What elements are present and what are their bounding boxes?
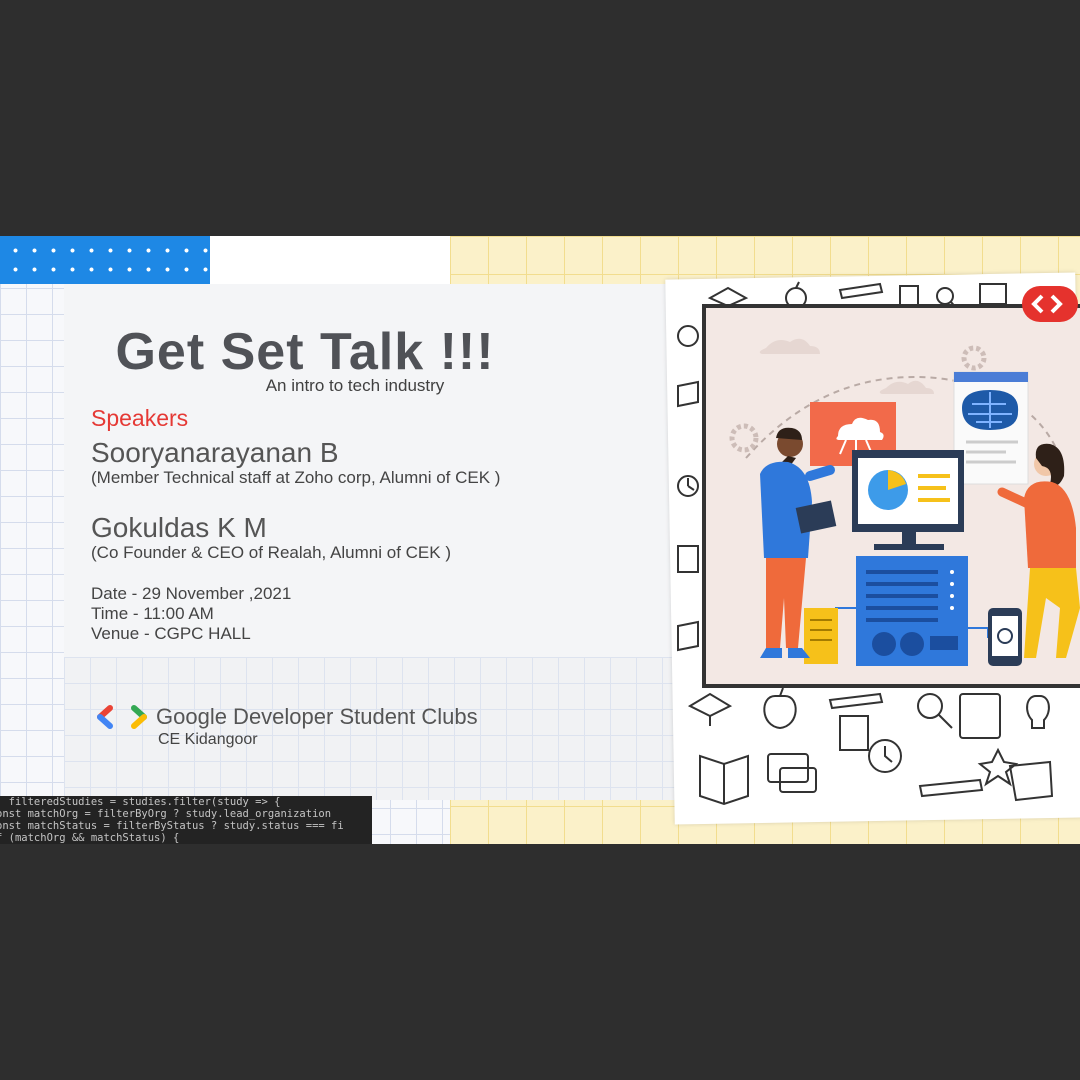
code-line: onst matchStatus = filterByStatus ? stud… [0, 820, 344, 832]
tech-team-illustration [729, 338, 1080, 666]
speaker-2-description: (Co Founder & CEO of Realah, Alumni of C… [91, 543, 451, 562]
blue-dotted-bar [0, 236, 210, 284]
event-venue: Venue - CGPC HALL [91, 624, 251, 643]
org-chapter: CE Kidangoor [158, 731, 258, 748]
doodle-left-icons [677, 325, 699, 652]
code-line: f (matchOrg && matchStatus) { [0, 832, 180, 844]
white-strip [210, 236, 450, 284]
event-banner: Get Set Talk !!! An intro to tech indust… [0, 236, 1080, 844]
org-name: Google Developer Student Clubs [156, 704, 478, 729]
event-time: Time - 11:00 AM [91, 604, 214, 623]
speakers-label: Speakers [91, 405, 189, 431]
code-snippet: filteredStudies = studies.filter(study =… [0, 796, 372, 844]
event-date: Date - 29 November ,2021 [91, 584, 292, 603]
code-line: onst matchOrg = filterByOrg ? study.lead… [0, 808, 332, 820]
speaker-1-name: Sooryanarayanan B [91, 437, 339, 468]
gdsc-logo-icon [97, 705, 147, 729]
code-line: filteredStudies = studies.filter(study =… [0, 796, 281, 808]
speaker-2-name: Gokuldas K M [91, 512, 267, 543]
event-title: Get Set Talk !!! [115, 323, 495, 381]
red-logo-badge-icon [1022, 286, 1078, 322]
speaker-1-description: (Member Technical staff at Zoho corp, Al… [91, 468, 501, 487]
event-subtitle: An intro to tech industry [265, 376, 445, 395]
doodle-bottom-icons [687, 687, 1054, 806]
